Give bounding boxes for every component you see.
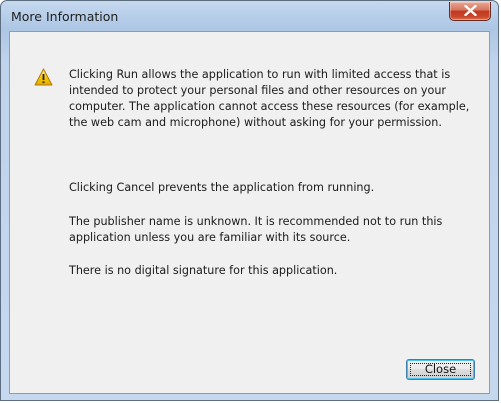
warning-icon	[34, 68, 53, 86]
more-information-dialog: More Information Clicking Run allows the…	[0, 0, 499, 401]
dialog-body: Clicking Run allows the application to r…	[9, 31, 490, 394]
focus-rectangle	[410, 363, 471, 376]
publisher-unknown-message: The publisher name is unknown. It is rec…	[69, 215, 443, 244]
window-title: More Information	[11, 9, 119, 24]
close-button[interactable]: Close	[406, 359, 475, 380]
run-permission-message: Clicking Run allows the application to r…	[69, 68, 470, 129]
cancel-message: Clicking Cancel prevents the application…	[69, 181, 375, 194]
title-bar[interactable]: More Information	[1, 1, 498, 31]
window-close-button[interactable]	[449, 2, 491, 21]
close-icon	[464, 5, 477, 16]
no-signature-message: There is no digital signature for this a…	[69, 264, 338, 277]
